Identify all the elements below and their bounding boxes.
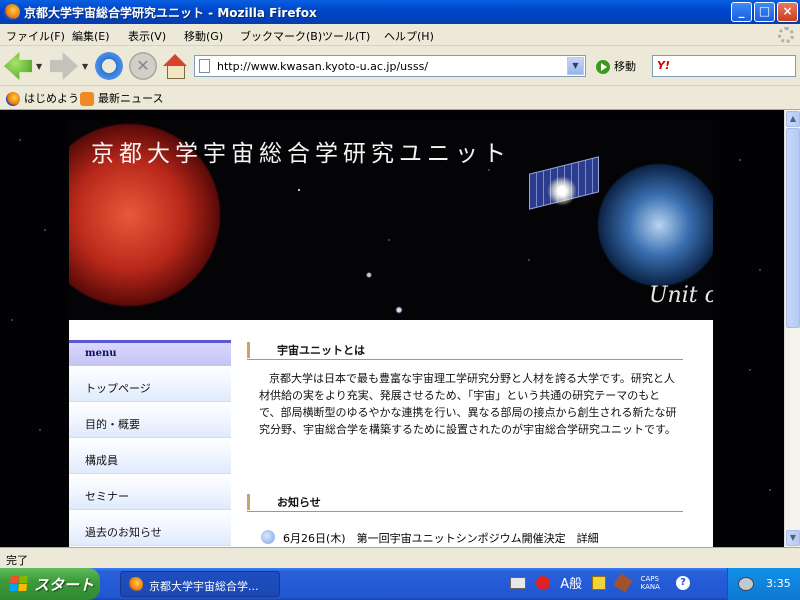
status-bar: 完了 [0,547,800,568]
main-content: 宇宙ユニットとは 京都大学は日本で最も豊富な宇宙理工学研究分野と人材を誇る大学で… [247,340,683,544]
window-title: 京都大学宇宙総合学研究ユニット - Mozilla Firefox [24,6,317,20]
home-button[interactable] [161,52,189,80]
ime-badge-icon[interactable] [536,575,551,590]
url-input[interactable] [217,58,557,74]
stop-button[interactable]: ✕ [129,52,157,80]
news-bullet-icon [261,530,275,544]
firefox-icon [6,92,20,106]
bookmarks-toolbar: はじめよう 最新ニュース [0,86,800,110]
ime-pad-icon[interactable] [613,572,634,593]
go-label: 移動 [614,60,636,73]
scroll-down-button[interactable]: ▼ [786,530,800,546]
menu-edit[interactable]: 編集(E) [72,28,110,44]
news-section: お知らせ 6月26日(木) 第一回宇宙ユニットシンポジウム開催決定 詳細 [247,492,683,544]
firefox-icon [128,577,143,592]
site-banner: 京都大学宇宙総合学研究ユニット Unit o [69,120,713,320]
go-arrow-icon [596,60,610,74]
kana-label: KANA [640,582,660,591]
forward-dropdown-icon[interactable]: ▼ [82,62,88,71]
taskbar-window-label: 京都大学宇宙総合学... [149,580,259,593]
scroll-thumb[interactable] [786,128,800,328]
ime-help-icon[interactable]: ? [676,575,691,590]
sidebar-item-past-news[interactable]: 過去のお知らせ [69,510,231,546]
scroll-up-button[interactable]: ▲ [786,111,800,127]
search-box[interactable]: Y! [652,55,796,77]
navigation-toolbar: ▼ ▼ ✕ ▼ 移動 Y! [0,46,800,86]
firefox-icon [4,4,20,20]
taskbar: スタート 京都大学宇宙総合学... A般 CAPS KANA ? 3:35 [0,568,800,600]
news-item[interactable]: 6月26日(木) 第一回宇宙ユニットシンポジウム開催決定 詳細 [247,530,683,544]
window-titlebar[interactable]: 京都大学宇宙総合学研究ユニット - Mozilla Firefox _ □ × [0,0,800,24]
page-viewport: 京都大学宇宙総合学研究ユニット Unit o menu トップページ 目的・概要… [0,110,784,547]
back-button[interactable] [4,52,32,80]
news-heading: お知らせ [247,492,683,512]
taskbar-window-button[interactable]: 京都大学宇宙総合学... [120,571,280,597]
satellite-flare-graphic [547,176,577,206]
minimize-button[interactable]: _ [731,2,752,22]
sidebar-item-purpose[interactable]: 目的・概要 [69,402,231,438]
sidebar-item-seminar[interactable]: セミナー [69,474,231,510]
vertical-scrollbar[interactable]: ▲ ▼ [784,110,800,547]
menu-bookmarks[interactable]: ブックマーク(B) [240,28,322,44]
start-label: スタート [34,576,95,594]
throbber-icon [778,27,794,43]
menu-go[interactable]: 移動(G) [184,28,223,44]
caps-label: CAPS [640,574,659,583]
status-text: 完了 [6,554,28,567]
bookmark-label: 最新ニュース [98,92,164,105]
maximize-button[interactable]: □ [754,2,775,22]
menu-file[interactable]: ファイル(F) [6,28,65,44]
yahoo-search-icon[interactable]: Y! [657,59,670,72]
url-history-dropdown[interactable]: ▼ [567,57,584,75]
menu-view[interactable]: 表示(V) [128,28,166,44]
keyboard-icon[interactable] [510,576,526,589]
bookmark-latest-news[interactable]: 最新ニュース [80,90,163,106]
caps-kana-indicator: CAPS KANA [641,575,666,591]
reload-button[interactable] [95,52,123,80]
system-tray: 3:35 [727,568,800,600]
banner-title: 京都大学宇宙総合学研究ユニット [91,141,511,167]
about-heading: 宇宙ユニットとは [247,340,683,360]
news-text: 6月26日(木) 第一回宇宙ユニットシンポジウム開催決定 詳細 [283,532,599,544]
start-button[interactable]: スタート [0,568,100,600]
banner-subtitle: Unit o [649,283,713,308]
menu-tools[interactable]: ツール(T) [322,28,370,44]
ime-cube-icon[interactable] [592,575,607,590]
menu-help[interactable]: ヘルプ(H) [384,28,434,44]
about-text: 京都大学は日本で最も豊富な宇宙理工学研究分野と人材を誇る大学です。研究と人材供給… [259,372,677,436]
ime-language-bar: A般 CAPS KANA ? [510,572,696,595]
back-dropdown-icon[interactable]: ▼ [36,62,42,71]
url-bar[interactable]: ▼ [194,55,586,77]
go-button[interactable]: 移動 [596,58,636,74]
rss-icon [80,92,94,106]
sidebar-item-top[interactable]: トップページ [69,366,231,402]
ime-mode-label[interactable]: A般 [560,573,582,592]
close-button[interactable]: × [777,2,798,22]
clock[interactable]: 3:35 [766,577,791,590]
menu-bar: ファイル(F) 編集(E) 表示(V) 移動(G) ブックマーク(B) ツール(… [0,24,800,46]
page-container: 京都大学宇宙総合学研究ユニット Unit o menu トップページ 目的・概要… [69,120,713,547]
bookmark-label: はじめよう [24,92,79,105]
sidebar-heading: menu [69,340,231,366]
forward-button[interactable] [50,52,78,80]
sidebar-item-members[interactable]: 構成員 [69,438,231,474]
bookmark-getting-started[interactable]: はじめよう [6,90,79,106]
site-sidebar: menu トップページ 目的・概要 構成員 セミナー 過去のお知らせ [69,340,231,546]
network-icon[interactable] [738,577,754,591]
windows-logo-icon [9,576,29,592]
page-icon [199,59,210,73]
